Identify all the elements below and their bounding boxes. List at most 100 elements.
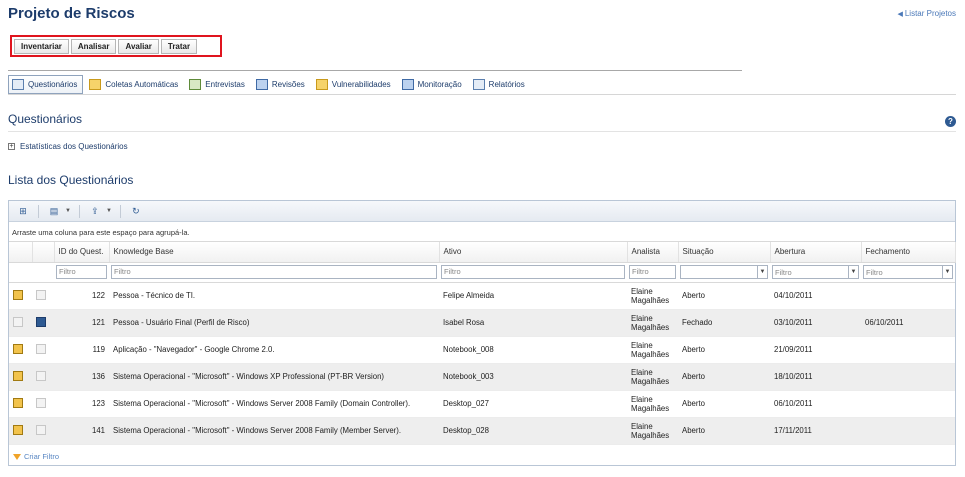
header-fechamento[interactable]: Fechamento: [861, 242, 956, 263]
filter-abertura-select[interactable]: Filtro ▼: [772, 265, 859, 279]
cell-kb: Sistema Operacional - "Microsoft" - Wind…: [109, 390, 439, 418]
edit-questionnaire-icon[interactable]: [13, 397, 23, 408]
cell-fechamento: [861, 417, 955, 445]
cell-ativo: Desktop_028: [439, 417, 627, 445]
filter-fechamento-select[interactable]: Filtro ▼: [863, 265, 953, 279]
cell-ativo: Notebook_008: [439, 336, 627, 364]
tab-coletas-automaticas[interactable]: Coletas Automáticas: [86, 75, 183, 94]
cell-fechamento: [861, 390, 955, 418]
chevron-down-icon[interactable]: ▼: [65, 208, 71, 214]
list-projects-label: Listar Projetos: [904, 9, 956, 18]
back-arrow-icon: ◀: [897, 11, 903, 18]
header-knowledge-base[interactable]: Knowledge Base: [109, 242, 440, 263]
filter-id-input[interactable]: Filtro: [56, 265, 107, 279]
edit-questionnaire-icon[interactable]: [13, 316, 23, 327]
funnel-icon: [13, 453, 21, 460]
tab-revisoes[interactable]: Revisões: [253, 75, 310, 94]
table-row[interactable]: 141 Sistema Operacional - "Microsoft" - …: [9, 417, 955, 445]
grid-table: ID do Quest. Knowledge Base Ativo Analis…: [9, 242, 956, 445]
module-tabs: Questionários Coletas Automáticas Entrev…: [8, 74, 956, 95]
phase-analisar-button[interactable]: Analisar: [70, 38, 117, 54]
stats-expander[interactable]: + Estatísticas dos Questionários: [8, 142, 128, 151]
toolbar-separator: [119, 204, 121, 218]
cell-situacao: Aberto: [678, 390, 770, 418]
cell-abertura: 03/10/2011: [770, 309, 861, 337]
page-title: Projeto de Riscos: [8, 5, 135, 22]
help-icon[interactable]: ?: [945, 116, 956, 127]
cell-analista: Elaine Magalhães: [627, 282, 678, 310]
view-questionnaire-icon[interactable]: [36, 343, 46, 354]
group-drop-area[interactable]: Arraste uma coluna para este espaço para…: [9, 222, 955, 242]
edit-questionnaire-icon[interactable]: [13, 370, 23, 381]
cell-ativo: Notebook_003: [439, 363, 627, 391]
header-abertura[interactable]: Abertura: [770, 242, 862, 263]
cell-analista: Elaine Magalhães: [627, 390, 678, 418]
tab-label: Questionários: [28, 79, 78, 89]
tab-monitoracao[interactable]: Monitoração: [399, 75, 467, 94]
table-row[interactable]: 121 Pessoa - Usuário Final (Perfil de Ri…: [9, 309, 955, 337]
filter-kb-input[interactable]: Filtro: [111, 265, 437, 279]
view-questionnaire-icon[interactable]: [36, 289, 46, 300]
columns-icon[interactable]: ▤: [47, 205, 61, 217]
edit-questionnaire-icon[interactable]: [13, 424, 23, 435]
view-questionnaire-icon[interactable]: [36, 316, 46, 327]
cell-abertura: 04/10/2011: [770, 282, 861, 310]
tab-vulnerabilidades[interactable]: Vulnerabilidades: [313, 75, 396, 94]
header-id[interactable]: ID do Quest.: [54, 242, 110, 263]
filter-ativo-input[interactable]: Filtro: [441, 265, 625, 279]
table-row[interactable]: 123 Sistema Operacional - "Microsoft" - …: [9, 390, 955, 418]
interview-icon: [189, 78, 202, 90]
cell-analista: Elaine Magalhães: [627, 336, 678, 364]
phase-tratar-button[interactable]: Tratar: [160, 38, 198, 54]
header-ativo[interactable]: Ativo: [439, 242, 628, 263]
table-row[interactable]: 119 Aplicação - "Navegador" - Google Chr…: [9, 336, 955, 364]
table-row[interactable]: 136 Sistema Operacional - "Microsoft" - …: [9, 363, 955, 391]
cell-kb: Pessoa - Técnico de TI.: [109, 282, 439, 310]
header-analista[interactable]: Analista: [627, 242, 679, 263]
stats-label: Estatísticas dos Questionários: [20, 142, 128, 151]
header-action-1: [9, 242, 33, 263]
cell-fechamento: 06/10/2011: [861, 309, 955, 337]
edit-questionnaire-icon[interactable]: [13, 289, 23, 300]
cell-ativo: Isabel Rosa: [439, 309, 627, 337]
hierarchy-icon[interactable]: ⊞: [16, 205, 30, 217]
cell-kb: Sistema Operacional - "Microsoft" - Wind…: [109, 417, 439, 445]
export-icon[interactable]: ⇪: [88, 205, 102, 217]
filter-row: Filtro Filtro Filtro Filtro ▼ Filtro ▼ Fi…: [9, 262, 955, 283]
tab-questionarios[interactable]: Questionários: [8, 74, 84, 94]
table-row[interactable]: 122 Pessoa - Técnico de TI. Felipe Almei…: [9, 282, 955, 310]
cell-fechamento: [861, 363, 955, 391]
cell-kb: Aplicação - "Navegador" - Google Chrome …: [109, 336, 439, 364]
create-filter-link[interactable]: Criar Filtro: [13, 452, 59, 461]
chevron-down-icon: ▼: [942, 266, 952, 278]
list-projects-link[interactable]: ◀ Listar Projetos: [897, 9, 956, 18]
phase-inventariar-button[interactable]: Inventariar: [14, 38, 69, 54]
tab-label: Entrevistas: [205, 79, 245, 89]
tab-label: Monitoração: [417, 79, 462, 89]
cell-id: 136: [54, 363, 109, 391]
cell-analista: Elaine Magalhães: [627, 417, 678, 445]
chevron-down-icon[interactable]: ▼: [106, 208, 112, 214]
view-questionnaire-icon[interactable]: [36, 424, 46, 435]
form-icon: [12, 78, 24, 90]
chevron-down-icon: ▼: [757, 266, 767, 278]
edit-questionnaire-icon[interactable]: [13, 343, 23, 354]
tab-label: Revisões: [271, 79, 305, 89]
report-icon: [472, 78, 485, 90]
monitor-icon: [401, 78, 414, 90]
auto-collect-icon: [89, 78, 102, 90]
filter-placeholder: Filtro: [775, 267, 792, 277]
tab-relatorios[interactable]: Relatórios: [470, 75, 530, 94]
vulnerability-icon: [315, 78, 328, 90]
filter-situacao-select[interactable]: ▼: [680, 265, 768, 279]
expand-icon: +: [8, 143, 15, 150]
header-situacao[interactable]: Situação: [678, 242, 771, 263]
phase-avaliar-button[interactable]: Avaliar: [118, 38, 159, 54]
header-row: ID do Quest. Knowledge Base Ativo Analis…: [9, 242, 956, 263]
cell-fechamento: [861, 336, 955, 364]
refresh-icon[interactable]: ↻: [129, 205, 143, 217]
view-questionnaire-icon[interactable]: [36, 397, 46, 408]
view-questionnaire-icon[interactable]: [36, 370, 46, 381]
filter-analista-input[interactable]: Filtro: [629, 265, 676, 279]
tab-entrevistas[interactable]: Entrevistas: [186, 75, 250, 94]
